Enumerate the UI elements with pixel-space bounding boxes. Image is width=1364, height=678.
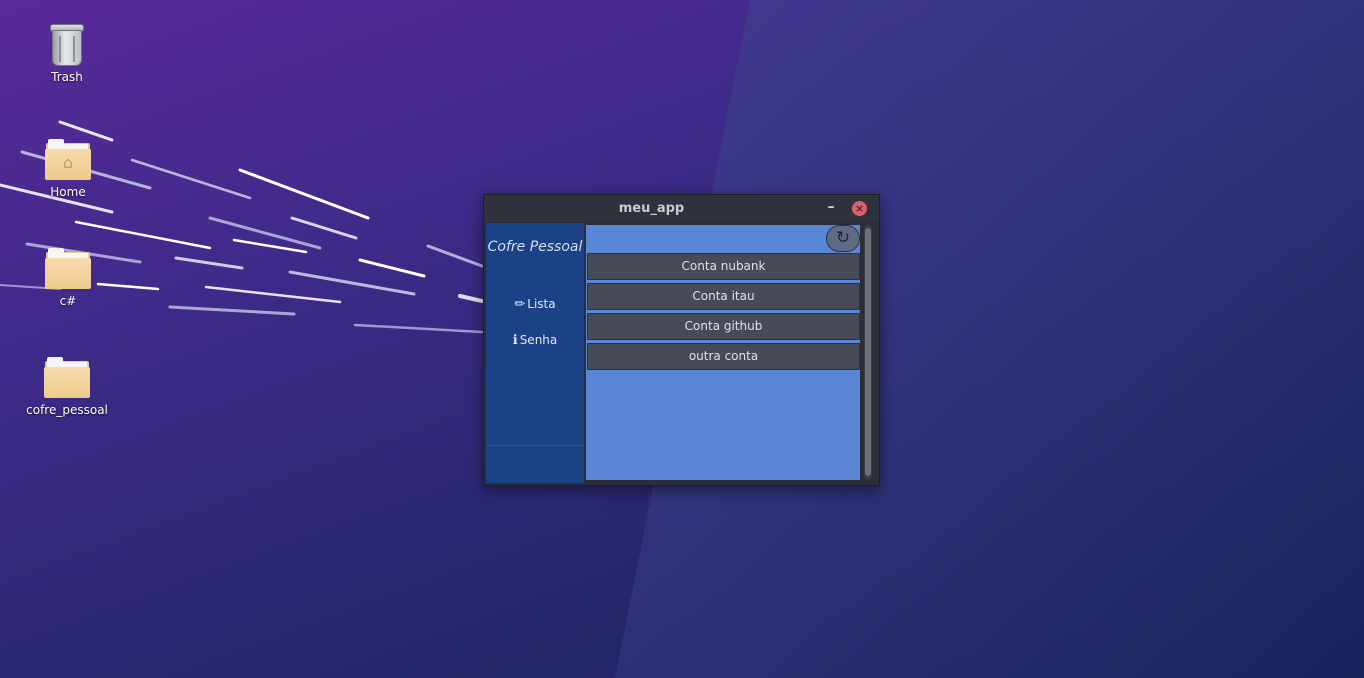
sidebar-item-label: Senha [519, 333, 558, 347]
app-window: meu_app – × Cofre Pessoal ✏ Lista ℹ Senha … [483, 194, 880, 486]
desktop-icon-label: Home [50, 185, 86, 199]
minimize-button[interactable]: – [824, 200, 838, 215]
refresh-button[interactable]: ↻ [826, 225, 860, 252]
window-titlebar[interactable]: meu_app – × [484, 195, 879, 222]
desktop-icon-label: c# [59, 294, 77, 308]
sidebar-divider [486, 445, 584, 446]
scrollbar[interactable] [864, 225, 872, 480]
pencil-icon: ✏ [514, 297, 526, 312]
brand-title: Cofre Pessoal [487, 239, 583, 255]
key-icon: ℹ [512, 333, 518, 348]
scrollbar-thumb[interactable] [865, 228, 871, 476]
refresh-icon: ↻ [835, 228, 851, 248]
sidebar: Cofre Pessoal ✏ Lista ℹ Senha [486, 223, 584, 483]
sidebar-item-senha[interactable]: ℹ Senha [486, 331, 584, 349]
account-list-panel: ↻ Conta nubank Conta itau Conta github o… [586, 225, 860, 480]
account-button-nubank[interactable]: Conta nubank [587, 253, 860, 280]
home-folder-icon: ⌂ [44, 135, 92, 183]
desktop-icon-cofre-pessoal[interactable]: cofre_pessoal [17, 353, 117, 417]
desktop-icon-label: Trash [51, 70, 83, 84]
folder-icon [43, 353, 91, 401]
desktop-icon-csharp[interactable]: c# [18, 244, 118, 308]
folder-icon [44, 244, 92, 292]
desktop-icon-label: cofre_pessoal [26, 403, 108, 417]
sidebar-item-lista[interactable]: ✏ Lista [486, 295, 584, 313]
account-button-github[interactable]: Conta github [587, 313, 860, 340]
desktop-icon-home[interactable]: ⌂ Home [18, 135, 118, 199]
account-button-outra[interactable]: outra conta [587, 343, 860, 370]
trash-icon [43, 20, 91, 68]
desktop-icon-trash[interactable]: Trash [17, 20, 117, 84]
sidebar-item-label: Lista [527, 297, 556, 311]
account-button-itau[interactable]: Conta itau [587, 283, 860, 310]
close-button[interactable]: × [852, 201, 867, 216]
window-title: meu_app [618, 201, 685, 216]
